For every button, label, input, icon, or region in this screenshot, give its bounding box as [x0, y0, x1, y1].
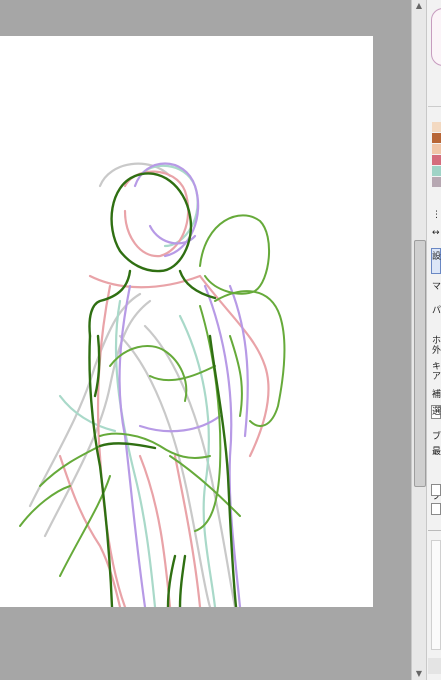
- outside-label: 外: [432, 346, 441, 356]
- pattern-label: パ: [432, 306, 441, 316]
- color-swatch[interactable]: [432, 177, 441, 187]
- checkbox[interactable]: [431, 503, 441, 515]
- checkbox[interactable]: [431, 484, 441, 496]
- panel-footer: [428, 658, 441, 674]
- brush-label: ブ: [432, 432, 441, 442]
- max-label: 最: [432, 447, 441, 457]
- panel-divider: [428, 530, 441, 531]
- panel-resize-icon[interactable]: ↔: [432, 228, 440, 238]
- vertical-scrollbar[interactable]: ▲ ▼: [411, 0, 427, 680]
- panel-grip-icon[interactable]: ⋮: [432, 210, 441, 220]
- correction-label: 補: [432, 390, 441, 400]
- key-label: キ: [432, 362, 441, 372]
- color-swatch[interactable]: [432, 122, 441, 132]
- drawing-canvas[interactable]: [0, 36, 373, 607]
- color-swatch[interactable]: [432, 133, 441, 143]
- scrollbar-thumb[interactable]: [414, 240, 426, 487]
- mode-label: マ: [432, 282, 441, 292]
- character-sketch: [19, 162, 286, 607]
- navigator-preview[interactable]: [431, 8, 441, 66]
- tool-settings-label: 設: [432, 252, 441, 262]
- canvas-area[interactable]: [0, 0, 411, 680]
- color-swatch[interactable]: [432, 144, 441, 154]
- color-swatch[interactable]: [432, 155, 441, 165]
- anti-alias-label: ア: [432, 372, 441, 382]
- hold-label: ホ: [432, 336, 441, 346]
- scroll-down-arrow-icon[interactable]: ▼: [412, 668, 426, 680]
- color-swatch[interactable]: [432, 166, 441, 176]
- select-button-label: 選: [432, 407, 441, 417]
- scroll-up-arrow-icon[interactable]: ▲: [412, 0, 426, 12]
- brush-size-list[interactable]: [431, 540, 441, 650]
- panel-divider: [428, 106, 441, 107]
